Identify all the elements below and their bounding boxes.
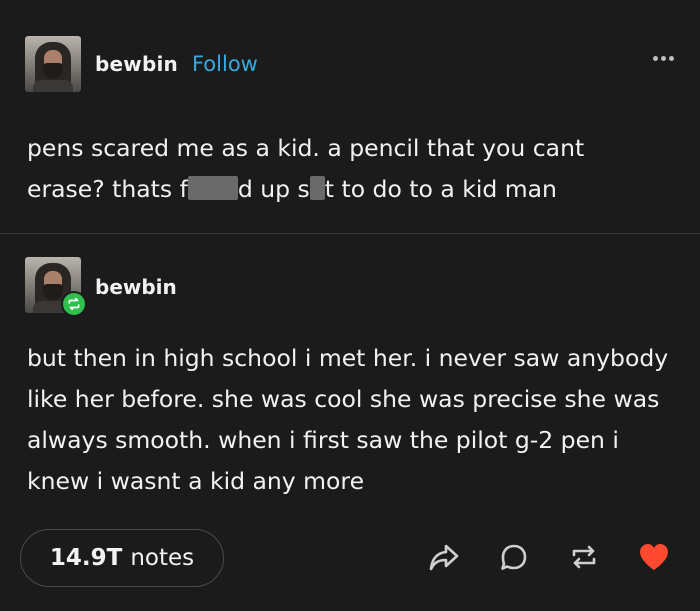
- action-bar: [428, 541, 670, 573]
- reblog-body: but then in high school i met her. i nev…: [27, 344, 669, 495]
- follow-button[interactable]: Follow: [192, 52, 258, 76]
- notes-label: notes: [130, 545, 195, 571]
- reblog-header: bewbin: [25, 257, 177, 317]
- tumblr-post: bewbin Follow pens scared me as a kid. a…: [0, 0, 700, 611]
- avatar[interactable]: [25, 36, 81, 92]
- post-text-line1: pens scared me as a kid. a pencil that y…: [27, 134, 585, 162]
- reblog-divider: [0, 233, 700, 234]
- post-body: pens scared me as a kid. a pencil that y…: [27, 128, 677, 210]
- share-icon[interactable]: [428, 541, 460, 573]
- post-text-line2c: t to do to a kid man: [324, 175, 557, 203]
- post-footer: 14.9T notes: [20, 529, 680, 587]
- reblog-icon[interactable]: [568, 541, 600, 573]
- notes-button[interactable]: 14.9T notes: [20, 529, 224, 587]
- censor-bar: [309, 176, 325, 200]
- more-icon[interactable]: [653, 56, 674, 61]
- post-header: bewbin Follow: [25, 36, 258, 92]
- post-text-line2a: erase? thats f: [27, 175, 188, 203]
- avatar-wrap: [25, 257, 87, 317]
- post-text-line2b: d up s: [237, 175, 310, 203]
- username[interactable]: bewbin: [95, 52, 178, 76]
- censor-bar: [187, 176, 238, 200]
- more-dot: [669, 56, 674, 61]
- reblog-badge-icon: [61, 291, 87, 317]
- notes-count: 14.9T: [49, 545, 123, 571]
- avatar-shirt: [33, 80, 73, 92]
- heart-icon[interactable]: [638, 541, 670, 573]
- reply-icon[interactable]: [498, 541, 530, 573]
- more-dot: [653, 56, 658, 61]
- reblog-username[interactable]: bewbin: [95, 275, 177, 299]
- more-dot: [661, 56, 666, 61]
